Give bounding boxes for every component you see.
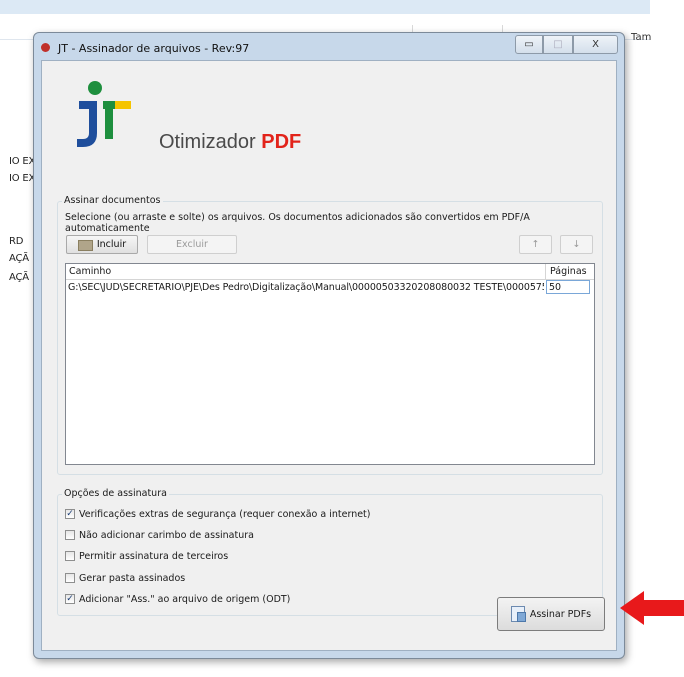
- column-divider: [545, 264, 546, 279]
- background-row-text: AÇÃ: [9, 253, 29, 264]
- logo-wordmark: Otimizador PDF: [159, 131, 301, 154]
- background-row-text: IO EX: [9, 173, 36, 184]
- option-no-stamp[interactable]: Não adicionar carimbo de assinatura: [65, 527, 254, 543]
- window-controls: ▭ □ X: [515, 35, 618, 54]
- background-row-text: RD: [9, 236, 24, 247]
- sign-document-icon: [510, 606, 526, 622]
- option-signed-folder[interactable]: Gerar pasta assinados: [65, 570, 185, 586]
- checkbox-checked[interactable]: ✓: [65, 594, 75, 604]
- minimize-button[interactable]: ▭: [515, 35, 543, 54]
- option-label: Gerar pasta assinados: [79, 572, 186, 584]
- table-row[interactable]: G:\SEC\JUD\SECRETARIO\PJE\Des Pedro\Digi…: [66, 280, 594, 295]
- sign-pdfs-label: Assinar PDFs: [529, 608, 592, 620]
- title-bar[interactable]: JT - Assinador de arquivos - Rev:97 ▭ □ …: [34, 33, 624, 61]
- background-row-text: IO EX: [9, 156, 36, 167]
- folder-icon: [77, 240, 93, 251]
- maximize-button[interactable]: □: [543, 35, 573, 54]
- move-down-button[interactable]: ↓: [560, 235, 593, 254]
- checkbox-unchecked[interactable]: [65, 530, 75, 540]
- option-add-ass-odt[interactable]: ✓ Adicionar "Ass." ao arquivo de origem (…: [65, 591, 290, 607]
- sign-pdfs-button[interactable]: Assinar PDFs: [497, 597, 605, 631]
- background-column-header: Tam: [631, 32, 652, 43]
- logo-accent: PDF: [261, 131, 302, 153]
- option-label: Adicionar "Ass." ao arquivo de origem (O…: [79, 593, 291, 605]
- table-header: Caminho Páginas: [66, 264, 594, 280]
- dialog-client-area: Otimizador PDF Assinar documentos Seleci…: [41, 60, 617, 651]
- app-icon: [41, 43, 50, 52]
- close-button[interactable]: X: [573, 35, 618, 54]
- column-header-pages[interactable]: Páginas: [550, 266, 587, 277]
- checkbox-unchecked[interactable]: [65, 551, 75, 561]
- jt-logo-icon: [77, 81, 131, 147]
- window-title: JT - Assinador de arquivos - Rev:97: [58, 42, 250, 55]
- option-security-checks[interactable]: ✓ Verificações extras de segurança (reque…: [65, 506, 371, 522]
- options-group-title: Opções de assinatura: [62, 488, 169, 499]
- background-row-text: AÇÃ: [9, 272, 29, 283]
- row-path: G:\SEC\JUD\SECRETARIO\PJE\Des Pedro\Digi…: [68, 282, 544, 293]
- documents-table[interactable]: Caminho Páginas G:\SEC\JUD\SECRETARIO\PJ…: [65, 263, 595, 465]
- logo-text: Otimizador: [159, 131, 256, 153]
- option-third-party[interactable]: Permitir assinatura de terceiros: [65, 548, 228, 564]
- documents-instruction: Selecione (ou arraste e solte) os arquiv…: [65, 212, 530, 234]
- column-header-path[interactable]: Caminho: [69, 266, 111, 277]
- option-label: Verificações extras de segurança (requer…: [79, 508, 371, 520]
- option-label: Não adicionar carimbo de assinatura: [79, 529, 254, 541]
- signer-dialog: JT - Assinador de arquivos - Rev:97 ▭ □ …: [33, 32, 625, 659]
- checkbox-checked[interactable]: ✓: [65, 509, 75, 519]
- documents-group-title: Assinar documentos: [62, 195, 163, 206]
- option-label: Permitir assinatura de terceiros: [79, 550, 229, 562]
- row-pages[interactable]: 50: [546, 280, 590, 294]
- include-button[interactable]: Incluir: [66, 235, 138, 254]
- include-label: Incluir: [96, 239, 127, 250]
- background-app-topbar: [0, 0, 650, 15]
- red-arrow-icon: [620, 591, 684, 625]
- checkbox-unchecked[interactable]: [65, 573, 75, 583]
- move-up-button[interactable]: ↑: [519, 235, 552, 254]
- exclude-button[interactable]: Excluir: [147, 235, 237, 254]
